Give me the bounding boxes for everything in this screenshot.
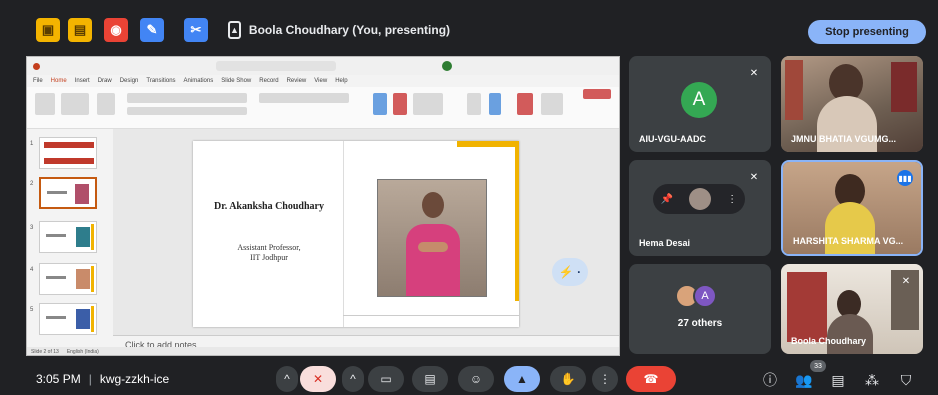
leave-call-button[interactable]: ☎	[626, 366, 676, 392]
raise-hand-button[interactable]: ✋	[550, 366, 586, 392]
meeting-code: kwg-zzkh-ice	[99, 372, 170, 386]
others-tile[interactable]: A 27 others	[629, 264, 771, 354]
participant-tile-active-speaker[interactable]: ▮▮▮ HARSHITA SHARMA VG...	[781, 160, 923, 256]
participant-name: HARSHITA SHARMA VG...	[793, 236, 904, 246]
slide-thumbnail[interactable]	[39, 303, 97, 335]
shared-presentation: File Home Insert Draw Design Transitions Anima…	[26, 56, 620, 356]
participant-name: AIU-VGU-AADC	[639, 134, 706, 144]
slide-thumbnail[interactable]	[39, 137, 97, 169]
participant-tile[interactable]: JMNU BHATIA VGUMG...	[781, 56, 923, 152]
pin-icon[interactable]: 📌	[661, 194, 673, 205]
lightning-fab-button[interactable]: ⚡ ·	[552, 258, 588, 286]
participant-name: Hema Desai	[639, 238, 691, 248]
meeting-info: 3:05 PM | kwg-zzkh-ice	[36, 372, 170, 386]
emoji-button[interactable]: ☺	[458, 366, 494, 392]
slide-thumbnail-selected[interactable]	[39, 177, 97, 209]
powerpoint-icon	[33, 62, 40, 70]
participant-tile[interactable]: ✕ A AIU-VGU-AADC	[629, 56, 771, 152]
mic-off-icon: ✕	[749, 171, 759, 183]
captions-button[interactable]: ▤	[412, 366, 448, 392]
mic-off-icon: ✕	[749, 67, 759, 79]
slide-role-line: IIT Jodhpur	[250, 253, 288, 262]
app-5-icon[interactable]: ✂	[184, 18, 208, 42]
tile-hover-controls: 📌 ⋮	[653, 184, 745, 214]
participant-name: Boola Choudhary	[791, 336, 867, 346]
app-1-icon[interactable]: ▣	[36, 18, 60, 42]
info-icon[interactable]: ⓘ	[760, 370, 780, 390]
more-options-icon[interactable]: ⋮	[727, 194, 737, 205]
others-count-label: 27 others	[677, 318, 723, 329]
camera-options-button[interactable]: ^	[342, 366, 364, 392]
pp-ribbon	[27, 87, 619, 129]
pp-account-icon	[442, 61, 452, 71]
app-4-icon[interactable]: ✎	[140, 18, 164, 42]
pp-menu-bar: File Home Insert Draw Design Transitions Anima…	[33, 78, 348, 84]
pp-body: 1 2 3 4 5 Dr. Akanksha Choudhary Assista…	[27, 129, 619, 355]
slide-presenter-role: Assistant Professor, IIT Jodhpur	[199, 243, 339, 263]
slide-thumbnail[interactable]	[39, 263, 97, 295]
mic-options-button[interactable]: ^	[276, 366, 298, 392]
current-slide[interactable]: Dr. Akanksha Choudhary Assistant Profess…	[193, 141, 519, 327]
participant-tile-self[interactable]: ✕ Boola Choudhary	[781, 264, 923, 354]
mic-off-button[interactable]: ✕	[300, 366, 336, 392]
clock-time: 3:05 PM	[36, 372, 81, 386]
avatar	[689, 188, 712, 210]
slide-presenter-photo	[377, 179, 487, 297]
mic-off-icon: ✕	[901, 275, 911, 287]
presenting-text: Boola Choudhary (You, presenting)	[248, 23, 451, 37]
participant-count-badge: 33	[810, 360, 826, 372]
present-screen-icon: ▲	[228, 21, 241, 39]
present-screen-button[interactable]: ▲	[504, 366, 540, 392]
speaking-indicator-icon: ▮▮▮	[897, 170, 913, 186]
others-avatars: A	[675, 284, 723, 310]
slide-accent-bar	[457, 141, 515, 147]
chat-icon[interactable]: ▤	[828, 370, 848, 390]
avatar: A	[693, 284, 717, 308]
activities-icon[interactable]: ⁂	[862, 370, 882, 390]
participant-name: JMNU BHATIA VGUMG...	[791, 134, 896, 144]
top-bar: ▣ ▤ ◉ ✎ ✂ ▲ Boola Choudhary (You, presen…	[0, 0, 938, 58]
more-options-button[interactable]: ⋮	[592, 366, 618, 392]
slide-thumbnail[interactable]	[39, 221, 97, 253]
camera-button[interactable]: ▭	[368, 366, 404, 392]
stop-presenting-button[interactable]: Stop presenting	[808, 20, 926, 44]
app-3-icon[interactable]: ◉	[104, 18, 128, 42]
pp-titlebar	[27, 57, 619, 75]
host-controls-icon[interactable]: ⛉	[896, 370, 916, 390]
people-icon[interactable]: 👥	[794, 370, 814, 390]
slide-presenter-name: Dr. Akanksha Choudhary	[214, 201, 324, 212]
slide-thumbnails: 1 2 3 4 5	[27, 129, 113, 335]
pp-search-box	[216, 61, 336, 71]
presenting-indicator: ▲ Boola Choudhary (You, presenting)	[228, 18, 450, 42]
slide-accent-bar	[515, 141, 519, 301]
pp-status-bar: Slide 2 of 13 English (India)	[27, 347, 619, 355]
participant-tile[interactable]: ✕ 📌 ⋮ Hema Desai	[629, 160, 771, 256]
slide-role-line: Assistant Professor,	[237, 243, 301, 252]
app-2-icon[interactable]: ▤	[68, 18, 92, 42]
bottom-bar: 3:05 PM | kwg-zzkh-ice ^ ✕ ^ ▭ ▤ ☺ ▲ ✋ ⋮…	[0, 362, 938, 395]
avatar: A	[681, 82, 717, 118]
